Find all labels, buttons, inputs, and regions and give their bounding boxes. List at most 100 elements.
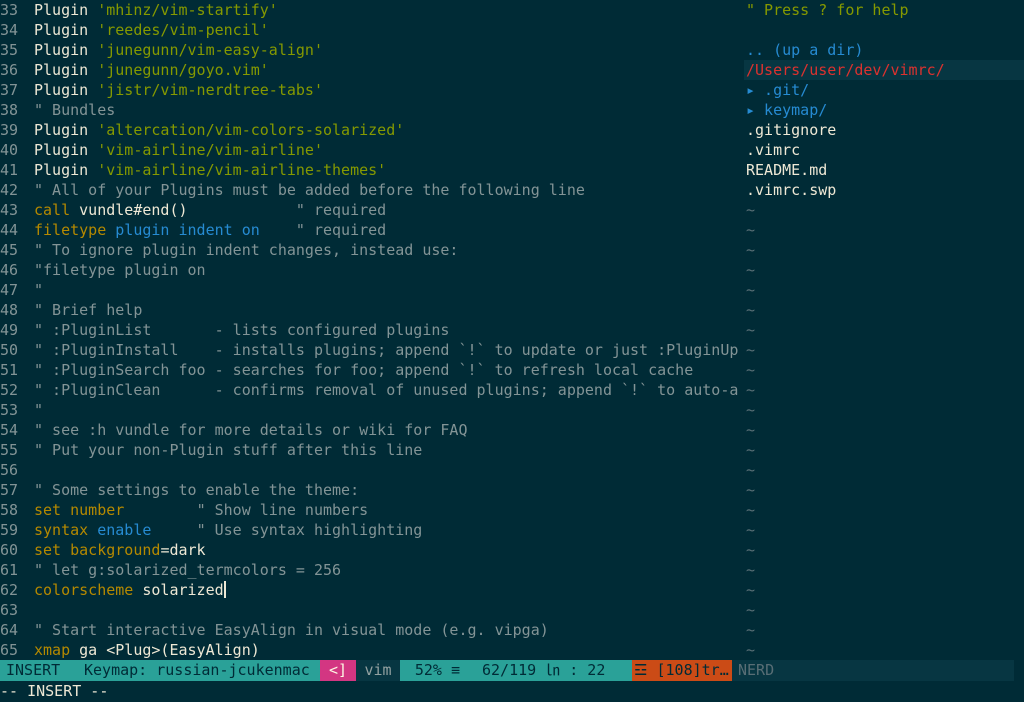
nerdtree-file-vimrc[interactable]: .vimrc — [744, 140, 1024, 160]
line-number: 55 — [0, 441, 19, 459]
code-line[interactable]: 40 Plugin 'vim-airline/vim-airline' — [0, 140, 740, 160]
code-token: filetype — [34, 221, 107, 239]
code-token: 'junegunn/goyo.vim' — [97, 61, 269, 79]
code-line[interactable]: 59 syntax enable " Use syntax highlightin… — [0, 520, 740, 540]
code-token: " Put your non-Plugin stuff after this l… — [34, 441, 423, 459]
code-line[interactable]: 37 Plugin 'jistr/vim-nerdtree-tabs' — [0, 80, 740, 100]
nerdtree-file-gitignore[interactable]: .gitignore — [744, 120, 1024, 140]
line-number: 38 — [0, 101, 19, 119]
line-number: 34 — [0, 21, 19, 39]
line-number: 48 — [0, 301, 19, 319]
nerdtree-file-vimrc-swp[interactable]: .vimrc.swp — [744, 180, 1024, 200]
empty-line-marker: ~ — [746, 461, 756, 479]
code-token: Plugin — [34, 41, 98, 59]
nerdtree-file-readme[interactable]: README.md — [744, 160, 1024, 180]
empty-line-marker: ~ — [746, 541, 756, 559]
line-number: 53 — [0, 401, 19, 419]
code-line[interactable]: 41 Plugin 'vim-airline/vim-airline-themes… — [0, 160, 740, 180]
code-line[interactable]: 56 — [0, 460, 740, 480]
code-line[interactable]: 39 Plugin 'altercation/vim-colors-solariz… — [0, 120, 740, 140]
status-warning: ☲ [108]tr… — [632, 660, 732, 681]
line-number: 41 — [0, 161, 19, 179]
code-line[interactable]: 35 Plugin 'junegunn/vim-easy-align' — [0, 40, 740, 60]
empty-line-marker: ~ — [746, 641, 756, 659]
code-token: =dark — [160, 541, 206, 559]
code-token: " All of your Plugins must be added befo… — [34, 181, 585, 199]
empty-line-marker: ~ — [746, 521, 756, 539]
editor-pane[interactable]: 33 Plugin 'mhinz/vim-startify' 34 Plugin 'r… — [0, 0, 740, 660]
empty-line-marker: ~ — [746, 221, 756, 239]
code-line[interactable]: 44 filetype plugin indent on " required — [0, 220, 740, 240]
code-line[interactable]: 51 " :PluginSearch foo - searches for foo… — [0, 360, 740, 380]
code-line[interactable]: 45 " To ignore plugin indent changes, ins… — [0, 240, 740, 260]
code-line[interactable]: 43 call vundle#end() " required — [0, 200, 740, 220]
code-token: " Show line numbers — [196, 501, 369, 519]
code-line[interactable]: 50 " :PluginInstall - installs plugins; a… — [0, 340, 740, 360]
code-token: call — [34, 201, 71, 219]
code-token: indent — [178, 221, 233, 239]
code-line[interactable]: 34 Plugin 'reedes/vim-pencil' — [0, 20, 740, 40]
code-line[interactable]: 53 " — [0, 400, 740, 420]
code-line[interactable]: 55 " Put your non-Plugin stuff after this… — [0, 440, 740, 460]
code-line[interactable]: 47 " — [0, 280, 740, 300]
code-token: number — [70, 501, 125, 519]
text-cursor — [223, 581, 226, 598]
code-line[interactable]: 61 " let g:solarized_termcolors = 256 — [0, 560, 740, 580]
code-line[interactable]: 38 " Bundles — [0, 100, 740, 120]
code-line[interactable]: 36 Plugin 'junegunn/goyo.vim' — [0, 60, 740, 80]
code-line[interactable]: 58 set number " Show line numbers — [0, 500, 740, 520]
nerdtree-dir-keymap[interactable]: ▸ keymap/ — [744, 100, 1024, 120]
status-position: 62/119 ㏑ : 22 — [466, 660, 632, 681]
code-line[interactable]: 65 xmap ga <Plug>(EasyAlign) — [0, 640, 740, 660]
status-mode: INSERT — [0, 660, 80, 681]
empty-line-marker: ~ — [746, 261, 756, 279]
empty-line-marker: ~ — [746, 481, 756, 499]
code-token: " — [34, 281, 44, 299]
nerdtree-dir-git[interactable]: ▸ .git/ — [744, 80, 1024, 100]
code-line[interactable]: 62 colorscheme solarized — [0, 580, 740, 600]
code-line[interactable]: 57 " Some settings to enable the theme: — [0, 480, 740, 500]
nerdtree-up-dir[interactable]: .. (up a dir) — [744, 40, 1024, 60]
code-token: Plugin — [34, 161, 98, 179]
code-token: " see :h vundle for more details or wiki… — [34, 421, 468, 439]
code-line[interactable]: 52 " :PluginClean - confirms removal of u… — [0, 380, 740, 400]
line-number: 46 — [0, 261, 19, 279]
code-line[interactable]: 54 " see :h vundle for more details or wi… — [0, 420, 740, 440]
code-token: " Start interactive EasyAlign in visual … — [34, 621, 549, 639]
line-number: 33 — [0, 1, 19, 19]
command-line[interactable]: -- INSERT -- — [0, 681, 1024, 702]
code-line[interactable]: 49 " :PluginList - lists configured plugi… — [0, 320, 740, 340]
code-token: Plugin — [34, 1, 98, 19]
code-token: enable — [97, 521, 152, 539]
code-token: " :PluginInstall - installs plugins; app… — [34, 341, 739, 359]
status-filetype: vim — [356, 660, 400, 681]
code-line[interactable]: 46 "filetype plugin on — [0, 260, 740, 280]
nerdtree-pane[interactable]: " Press ? for help .. (up a dir) /Users/… — [744, 0, 1024, 660]
code-line[interactable]: 60 set background=dark — [0, 540, 740, 560]
code-line[interactable]: 64 " Start interactive EasyAlign in visua… — [0, 620, 740, 640]
empty-line-marker: ~ — [746, 301, 756, 319]
empty-line-marker: ~ — [746, 581, 756, 599]
line-number: 43 — [0, 201, 19, 219]
nerdtree-root[interactable]: /Users/user/dev/vimrc/ — [744, 60, 1024, 80]
line-number: 65 — [0, 641, 19, 659]
code-token: " required — [295, 221, 387, 239]
code-line[interactable]: 33 Plugin 'mhinz/vim-startify' — [0, 0, 740, 20]
code-line[interactable]: 63 — [0, 600, 740, 620]
code-token: " Some settings to enable the theme: — [34, 481, 360, 499]
code-token: " To ignore plugin indent changes, inste… — [34, 241, 459, 259]
line-number: 45 — [0, 241, 19, 259]
code-line[interactable]: 48 " Brief help — [0, 300, 740, 320]
code-line[interactable]: 42 " All of your Plugins must be added be… — [0, 180, 740, 200]
empty-line-marker: ~ — [746, 621, 756, 639]
code-token: 'junegunn/vim-easy-align' — [97, 41, 323, 59]
line-number: 64 — [0, 621, 19, 639]
